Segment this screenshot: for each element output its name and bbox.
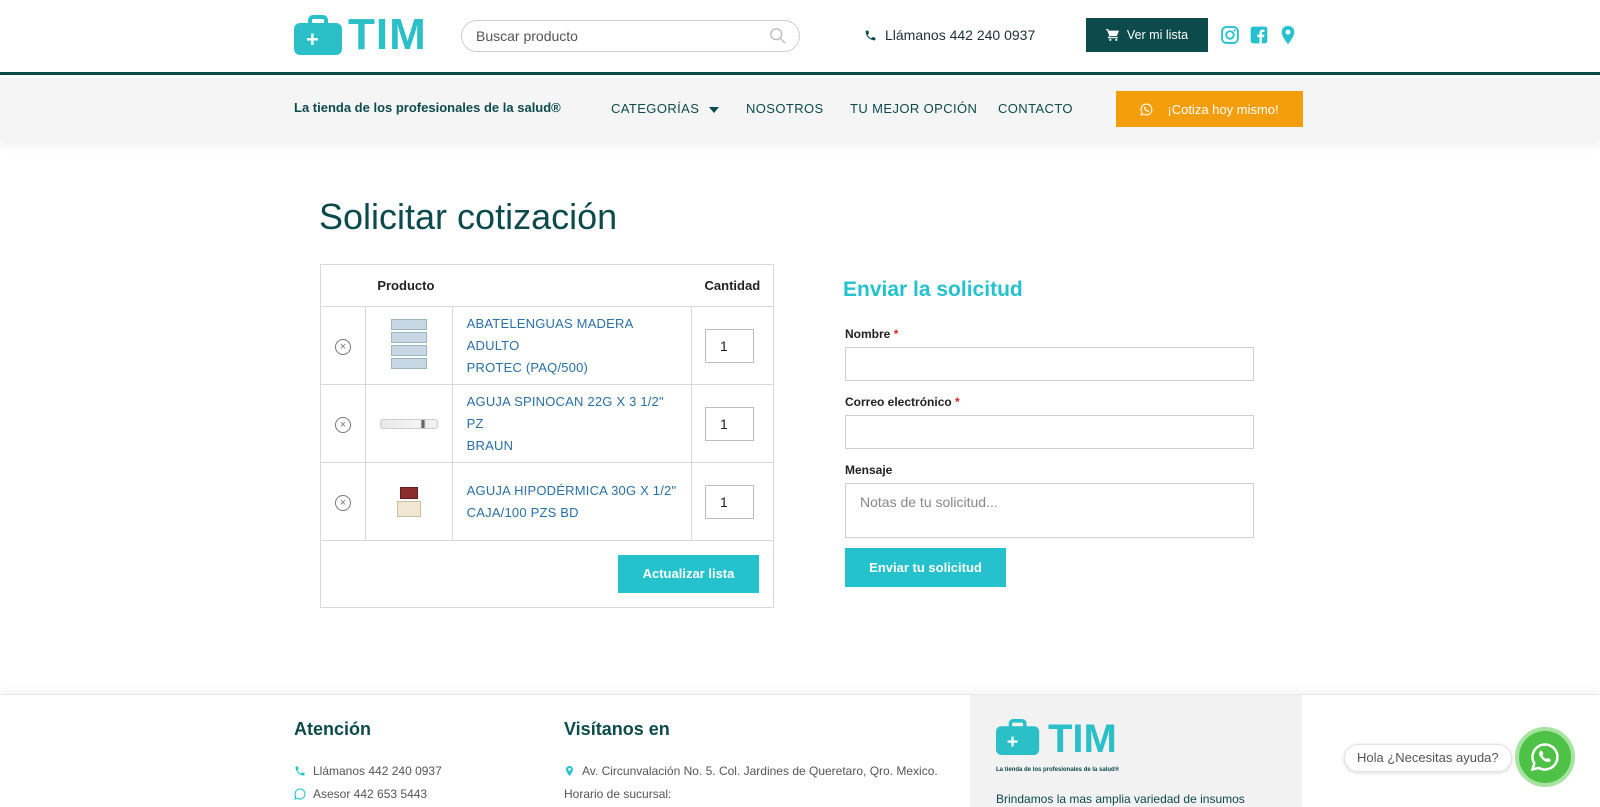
nav-categories[interactable]: CATEGORÍAS — [611, 101, 720, 116]
name-field[interactable] — [845, 347, 1254, 381]
medical-kit-icon: + — [996, 719, 1040, 755]
table-footer-cell: Actualizar lista — [320, 540, 774, 608]
search-bar — [461, 20, 800, 52]
table-row: × AGUJA SPINOCAN 22G X 3 1/2" PZ BRAUN — [320, 384, 774, 463]
medical-kit-icon: + — [294, 15, 342, 55]
site-logo[interactable]: + TIM — [294, 10, 427, 59]
product-link[interactable]: AGUJA SPINOCAN 22G X 3 1/2" PZ BRAUN — [467, 394, 664, 453]
table-row: × AGUJA HIPODÉRMICA 30G X 1/2" CAJA/100 P… — [320, 462, 774, 541]
footer-address-label: Av. Circunvalación No. 5. Col. Jardines … — [582, 764, 938, 778]
view-list-label: Ver mi lista — [1126, 28, 1189, 42]
quantity-cell — [691, 384, 774, 463]
facebook-icon[interactable] — [1249, 25, 1269, 45]
table-header-row: Producto Cantidad — [320, 264, 774, 307]
footer-phone-label: Llámanos 442 240 0937 — [313, 764, 442, 778]
product-link[interactable]: ABATELENGUAS MADERA ADULTO PROTEC (PAQ/50… — [467, 316, 633, 375]
instagram-icon[interactable] — [1220, 25, 1240, 45]
table-footer-row: Actualizar lista — [320, 540, 774, 608]
product-name-cell: ABATELENGUAS MADERA ADULTO PROTEC (PAQ/50… — [451, 306, 693, 385]
footer-logo-text: TIM — [1048, 717, 1117, 761]
nav-about[interactable]: NOSOTROS — [746, 101, 824, 116]
product-thumbnail[interactable] — [364, 462, 453, 541]
footer-logo[interactable]: + TIM — [996, 719, 1117, 759]
product-link[interactable]: AGUJA HIPODÉRMICA 30G X 1/2" CAJA/100 PZS… — [467, 483, 677, 520]
header-phone-label: Llámanos 442 240 0937 — [885, 27, 1036, 43]
footer-phone[interactable]: Llámanos 442 240 0937 — [294, 764, 442, 778]
quote-list-table: Producto Cantidad × ABATELENGUAS MADERA … — [320, 264, 774, 608]
product-name-cell: AGUJA HIPODÉRMICA 30G X 1/2" CAJA/100 PZS… — [451, 462, 693, 541]
footer-advisor-label: Asesor 442 653 5443 — [313, 787, 428, 801]
search-input[interactable] — [476, 21, 756, 51]
remove-cell: × — [320, 384, 366, 463]
quantity-cell — [691, 306, 774, 385]
remove-cell: × — [320, 462, 366, 541]
submit-request-button[interactable]: Enviar tu solicitud — [845, 548, 1006, 587]
main-nav: La tienda de los profesionales de la sal… — [0, 78, 1600, 141]
footer-logo-tagline: La tienda de los profesionales de la sal… — [996, 767, 1120, 773]
logo-text: TIM — [348, 10, 427, 59]
whatsapp-icon — [294, 788, 306, 800]
site-tagline: La tienda de los profesionales de la sal… — [294, 100, 561, 115]
product-image — [379, 418, 438, 429]
nav-best-option[interactable]: TU MEJOR OPCIÓN — [850, 101, 977, 116]
quote-now-button[interactable]: ¡Cotiza hoy mismo! — [1116, 91, 1303, 127]
phone-icon — [295, 766, 305, 776]
nav-categories-label: CATEGORÍAS — [611, 101, 700, 116]
cart-icon — [1105, 29, 1119, 41]
phone-icon — [865, 30, 876, 40]
product-name-cell: AGUJA SPINOCAN 22G X 3 1/2" PZ BRAUN — [451, 384, 693, 463]
table-header-quantity: Cantidad — [691, 264, 774, 307]
product-thumbnail[interactable] — [364, 384, 453, 463]
footer-visit-title: Visítanos en — [564, 719, 670, 739]
footer-brand-box: + TIM La tienda de los profesionales de … — [970, 695, 1302, 807]
remove-item-icon[interactable]: × — [334, 494, 351, 511]
email-field-label: Correo electrónico * — [845, 395, 960, 409]
update-list-button[interactable]: Actualizar lista — [618, 555, 759, 593]
email-field[interactable] — [845, 415, 1254, 449]
required-mark: * — [955, 395, 960, 409]
nav-contact[interactable]: CONTACTO — [998, 101, 1073, 116]
required-mark: * — [893, 327, 899, 341]
product-thumbnail[interactable] — [364, 306, 453, 385]
footer-attention-title: Atención — [294, 719, 372, 739]
whatsapp-chat-button[interactable] — [1515, 727, 1575, 787]
top-header: + TIM Llámanos 442 240 0937 Ver mi lista — [0, 0, 1600, 75]
table-header-product: Producto — [365, 264, 692, 307]
quote-now-label: ¡Cotiza hoy mismo! — [1167, 101, 1279, 117]
product-image — [396, 486, 421, 517]
form-title: Enviar la solicitud — [843, 278, 1023, 301]
name-field-label: Nombre * — [845, 327, 899, 341]
message-field[interactable] — [845, 483, 1254, 538]
chevron-down-icon — [709, 106, 720, 113]
table-row: × ABATELENGUAS MADERA ADULTO PROTEC (PAQ/… — [320, 306, 774, 385]
table-header-remove — [320, 264, 366, 307]
remove-cell: × — [320, 306, 366, 385]
remove-item-icon[interactable]: × — [334, 416, 351, 433]
header-phone[interactable]: Llámanos 442 240 0937 — [864, 27, 1035, 43]
whatsapp-icon — [1140, 103, 1153, 116]
page-title: Solicitar cotización — [319, 196, 618, 237]
product-image — [390, 318, 427, 373]
quantity-input[interactable] — [705, 328, 755, 363]
quantity-cell — [691, 462, 774, 541]
map-pin-icon[interactable] — [1278, 25, 1298, 45]
footer-description: Brindamos la mas amplia variedad de insu… — [996, 792, 1245, 806]
quantity-input[interactable] — [705, 484, 755, 519]
whatsapp-help-bubble[interactable]: Hola ¿Necesitas ayuda? — [1344, 744, 1512, 772]
quantity-input[interactable] — [705, 406, 755, 441]
view-list-button[interactable]: Ver mi lista — [1086, 18, 1208, 52]
footer-advisor[interactable]: Asesor 442 653 5443 — [294, 787, 427, 801]
map-pin-icon — [566, 765, 573, 777]
remove-item-icon[interactable]: × — [334, 338, 351, 355]
whatsapp-icon — [1530, 743, 1559, 772]
footer-hours-label: Horario de sucursal: — [564, 787, 672, 801]
message-field-label: Mensaje — [845, 463, 893, 477]
search-icon[interactable] — [769, 27, 787, 45]
footer-address[interactable]: Av. Circunvalación No. 5. Col. Jardines … — [564, 764, 938, 778]
